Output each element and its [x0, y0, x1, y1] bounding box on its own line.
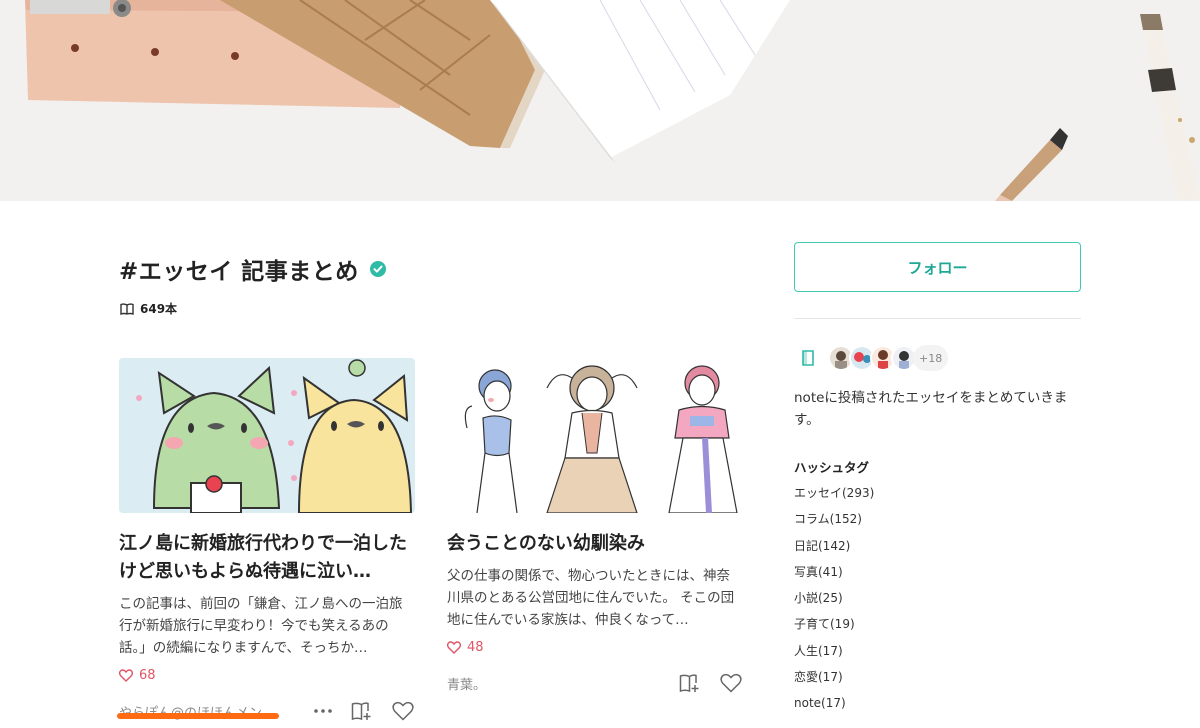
heart-icon[interactable]: [719, 671, 743, 695]
article-thumbnail[interactable]: [119, 358, 415, 513]
header-image: [0, 0, 1200, 201]
article-footer: やらぽん@のほほんメン…: [119, 699, 415, 723]
magazine-icon: [802, 350, 814, 366]
check-badge-icon: [369, 261, 386, 277]
heart-icon: [447, 641, 461, 654]
hashtags-heading: ハッシュタグ: [794, 460, 870, 475]
sidebar: フォロー +18 noteに投稿されたエッセイをまとめていきます。 ハッシュタグ…: [794, 242, 1081, 717]
hashtag-link[interactable]: 子育て(19): [794, 611, 1081, 637]
article-excerpt: 父の仕事の関係で、物心ついたときには、神奈川県のとある公営団地に住んでいた。 そ…: [447, 568, 735, 628]
ellipsis-icon[interactable]: [311, 699, 335, 723]
book-icon: [120, 302, 134, 315]
magazine-add-icon[interactable]: [679, 671, 703, 695]
article-title[interactable]: 江ノ島に新婚旅行代わりで一泊したけど思いもよらぬ待遇に泣い…: [119, 530, 415, 586]
article-actions: [311, 699, 415, 723]
article-card[interactable]: 江ノ島に新婚旅行代わりで一泊したけど思いもよらぬ待遇に泣い… この記事は、前回の…: [119, 358, 415, 723]
highlight-underline: [117, 713, 279, 719]
article-thumbnail[interactable]: [447, 358, 743, 513]
hashtag-link[interactable]: 写真(41): [794, 559, 1081, 585]
article-count-text: 649本: [140, 302, 178, 316]
hashtag-link[interactable]: note(17): [794, 690, 1081, 716]
hashtag-link[interactable]: コラム(152): [794, 506, 1081, 532]
heart-icon: [119, 669, 133, 682]
article-actions: [679, 671, 743, 695]
article-card[interactable]: 会うことのない幼馴染み 父の仕事の関係で、物心ついたときには、神奈川県のとある公…: [447, 358, 743, 695]
hashtag-list: エッセイ(293) コラム(152) 日記(142) 写真(41) 小説(25)…: [794, 480, 1081, 717]
hashtag-link[interactable]: エッセイ(293): [794, 480, 1081, 506]
page-title-text: #エッセイ 記事まとめ: [119, 259, 359, 285]
like-count: 48: [447, 640, 743, 655]
contributors[interactable]: +18: [794, 344, 1081, 372]
like-count-text: 68: [139, 668, 156, 683]
magazine-add-icon[interactable]: [351, 699, 375, 723]
hashtag-link[interactable]: 恋愛(17): [794, 664, 1081, 690]
article-title[interactable]: 会うことのない幼馴染み: [447, 530, 743, 558]
heart-icon[interactable]: [391, 699, 415, 723]
hashtag-link[interactable]: 小説(25): [794, 585, 1081, 611]
article-count: 649本: [120, 300, 177, 317]
hashtag-link[interactable]: 日記(142): [794, 533, 1081, 559]
contributor-extra-count[interactable]: +18: [913, 345, 949, 371]
page-title: #エッセイ 記事まとめ: [119, 252, 386, 286]
hashtag-link[interactable]: 人生(17): [794, 638, 1081, 664]
like-count-text: 48: [467, 640, 484, 655]
like-count: 68: [119, 668, 415, 683]
article-excerpt: この記事は、前回の「鎌倉、江ノ島への一泊旅行が新婚旅行に早変わり！今でも笑えるあ…: [119, 596, 403, 656]
article-footer: 青葉。: [447, 671, 743, 695]
magazine-description: noteに投稿されたエッセイをまとめていきます。: [794, 390, 1068, 428]
author-name[interactable]: 青葉。: [447, 674, 486, 693]
divider: [794, 318, 1081, 319]
follow-button[interactable]: フォロー: [794, 242, 1081, 292]
